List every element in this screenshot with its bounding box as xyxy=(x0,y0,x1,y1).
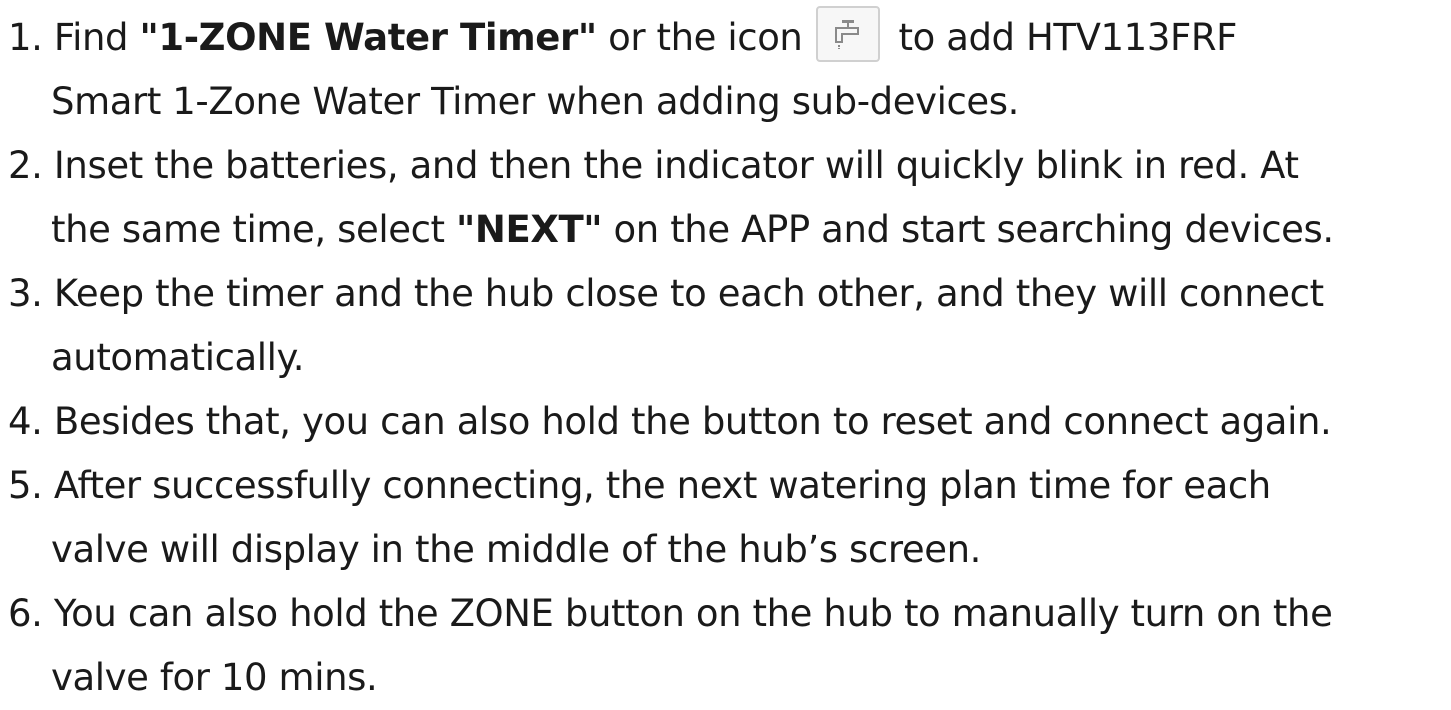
step-6: 6. You can also hold the ZONE button on … xyxy=(8,582,1448,710)
step-text: Find xyxy=(53,16,140,59)
step-text: After successfully connecting, the next … xyxy=(53,464,1271,507)
step-5: 5. After successfully connecting, the ne… xyxy=(8,454,1448,582)
device-name: "1-ZONE Water Timer" xyxy=(139,16,597,59)
step-text: or the icon xyxy=(596,16,803,59)
step-4: 4. Besides that, you can also hold the b… xyxy=(8,390,1448,454)
step-text: You can also hold the ZONE button on the… xyxy=(53,592,1333,635)
step-text: valve for 10 mins. xyxy=(51,656,378,699)
step-3: 3. Keep the timer and the hub close to e… xyxy=(8,262,1448,390)
step-number: 1. xyxy=(8,16,43,59)
step-text: Inset the batteries, and then the indica… xyxy=(53,144,1299,187)
step-text: Smart 1-Zone Water Timer when adding sub… xyxy=(51,80,1020,123)
step-text: to add HTV113FRF xyxy=(898,16,1238,59)
faucet-icon xyxy=(816,6,881,62)
step-text: valve will display in the middle of the … xyxy=(51,528,981,571)
step-number: 2. xyxy=(8,144,43,187)
instruction-steps: 1. Find "1-ZONE Water Timer" or the icon… xyxy=(8,6,1448,710)
step-number: 6. xyxy=(8,592,43,635)
step-text: Keep the timer and the hub close to each… xyxy=(53,272,1324,315)
step-text: the same time, select xyxy=(51,208,457,251)
step-text: automatically. xyxy=(51,336,305,379)
step-number: 4. xyxy=(8,400,43,443)
step-1: 1. Find "1-ZONE Water Timer" or the icon… xyxy=(8,6,1448,134)
step-text: on the APP and start searching devices. xyxy=(602,208,1335,251)
step-text: Besides that, you can also hold the butt… xyxy=(53,400,1332,443)
step-2: 2. Inset the batteries, and then the ind… xyxy=(8,134,1448,262)
step-number: 3. xyxy=(8,272,43,315)
step-number: 5. xyxy=(8,464,43,507)
next-label: "NEXT" xyxy=(456,208,603,251)
